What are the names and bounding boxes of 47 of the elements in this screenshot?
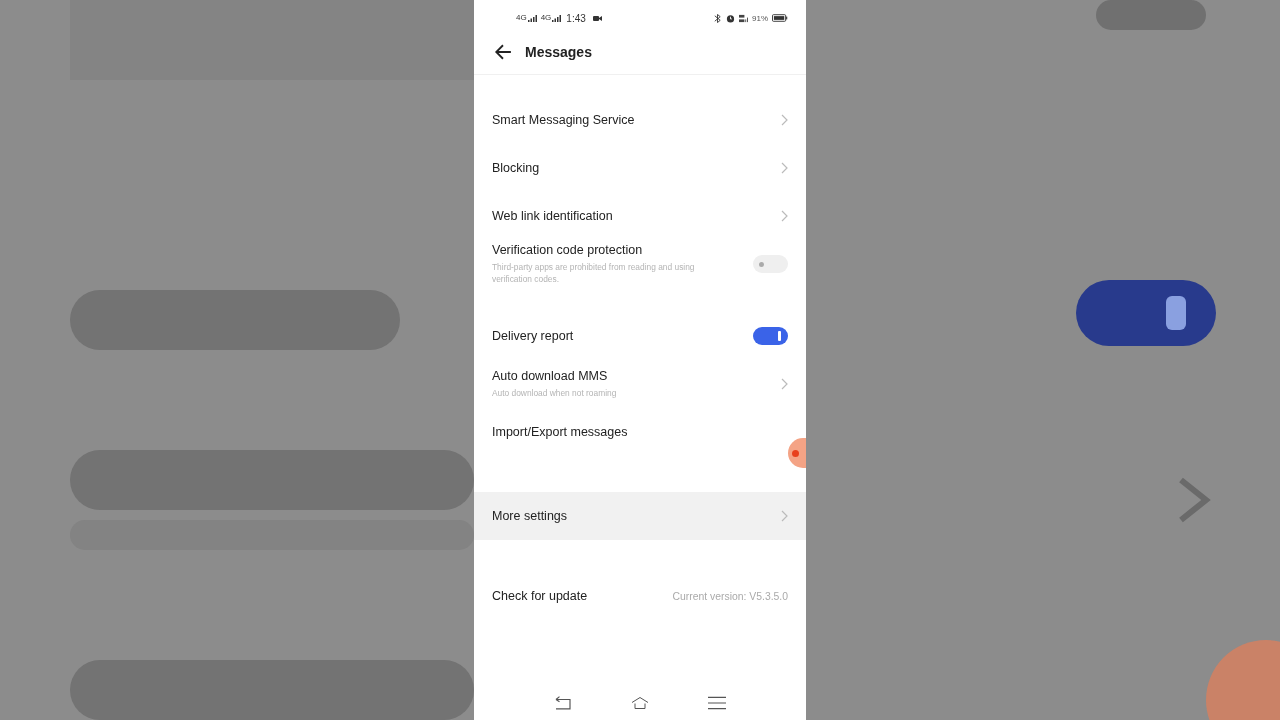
setting-label: Auto download MMS (492, 369, 609, 383)
chevron-icon (781, 114, 788, 126)
battery-level: 91% (752, 13, 768, 23)
menu-button[interactable] (706, 694, 729, 712)
home-icon (631, 696, 649, 710)
settings-row[interactable]: Web link identification (474, 192, 806, 240)
toggle-switch[interactable] (753, 255, 788, 273)
settings-row[interactable]: Verification code protection Third-party apps are prohibited from reading and using verification codes. (474, 240, 806, 288)
setting-label: Delivery report (492, 329, 575, 343)
signal-icon (552, 15, 562, 22)
setting-label: Import/Export messages (492, 425, 629, 439)
bluetooth-icon (713, 13, 722, 23)
settings-row[interactable]: Import/Export messages (474, 408, 806, 456)
settings-row[interactable]: Blocking (474, 144, 806, 192)
setting-label: Check for update (492, 589, 589, 603)
back-arrow-icon (494, 43, 512, 61)
volte-icon (739, 13, 748, 23)
setting-label: Web link identification (492, 209, 614, 223)
record-icon[interactable] (788, 438, 806, 468)
camera-icon (592, 14, 602, 22)
alarm-icon (726, 13, 735, 23)
network-label: 4G (516, 14, 527, 22)
back-nav-icon (553, 696, 572, 710)
settings-row[interactable]: Smart Messaging Service (474, 96, 806, 144)
chevron-icon (781, 510, 788, 522)
settings-row[interactable]: Check for update Current version: V5.3.5.0 (474, 572, 806, 620)
battery-icon (772, 14, 788, 22)
menu-icon (708, 696, 727, 710)
setting-label: Blocking (492, 161, 541, 175)
setting-label: Smart Messaging Service (492, 113, 636, 127)
setting-description: Third-party apps are prohibited from reading and using verification codes. (492, 261, 696, 285)
settings-row[interactable]: Auto download MMS Auto download when not roaming (474, 360, 806, 408)
version-text: Current version: V5.3.5.0 (672, 590, 788, 602)
chevron-icon (781, 210, 788, 222)
status-time: 1:43 (566, 12, 586, 24)
toggle-switch[interactable] (753, 327, 788, 345)
screen-title: Messages (525, 44, 592, 60)
network-label: 4G (540, 14, 552, 22)
setting-description: Auto download when not roaming (492, 387, 618, 399)
chevron-icon (781, 162, 788, 174)
chevron-icon (781, 378, 788, 390)
home-button[interactable] (629, 694, 651, 712)
setting-label: More settings (492, 509, 569, 523)
settings-row[interactable]: More settings (474, 492, 806, 540)
setting-label: Verification code protection (492, 243, 644, 257)
settings-row[interactable]: Delivery report (474, 312, 806, 360)
signal-icon (527, 15, 537, 22)
